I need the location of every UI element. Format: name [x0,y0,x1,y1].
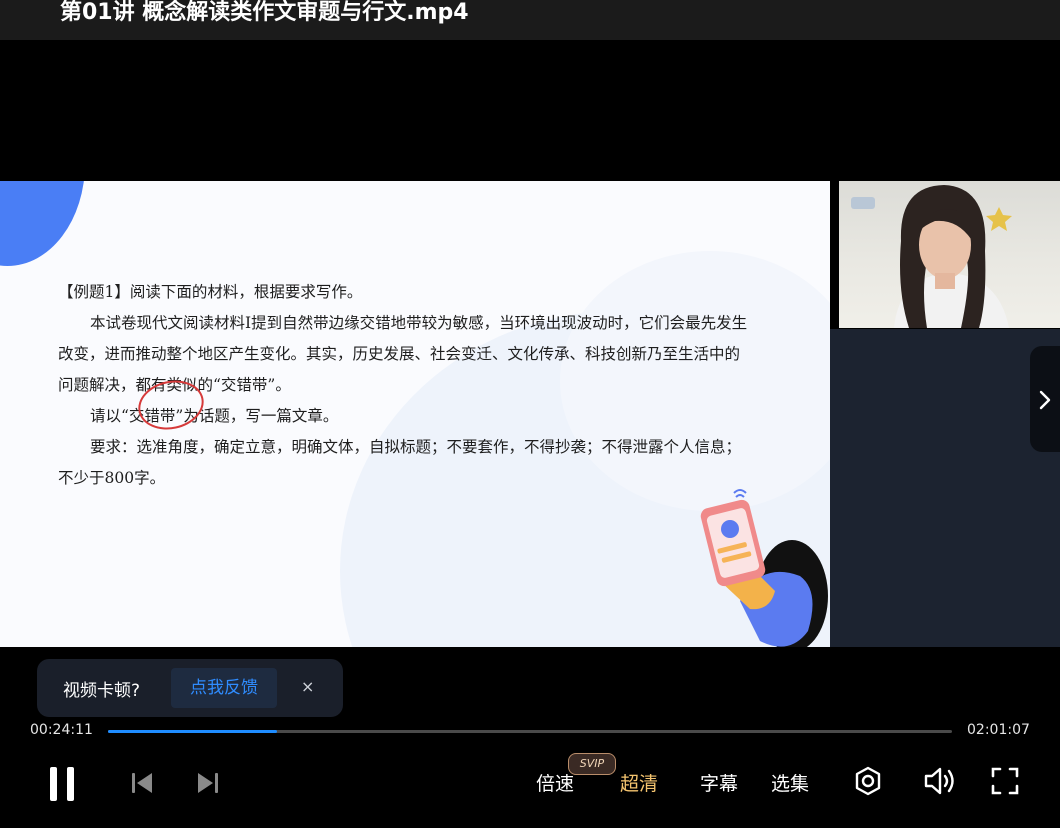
volume-button[interactable] [923,766,957,800]
video-title: 第01讲 概念解读类作文审题与行文.mp4 [60,0,469,25]
speed-button[interactable]: 倍速 [536,769,574,796]
teacher-webcam-image [851,185,1012,328]
panel-toggle-button[interactable] [1030,346,1060,452]
chevron-right-icon [1039,390,1051,410]
slide-line-1: 【例题1】阅读下面的材料，根据要求写作。 [58,283,363,301]
subtitle-button[interactable]: 字幕 [700,769,738,796]
danmaku-button[interactable] [853,766,883,800]
progress-fill [108,730,277,733]
hand-phone-illustration [700,489,828,647]
previous-icon [132,773,152,793]
quality-button[interactable]: 超清 [620,769,658,796]
danmaku-icon [855,766,881,796]
title-bar: 第01讲 概念解读类作文审题与行文.mp4 [0,0,1060,40]
teacher-webcam [839,181,1060,328]
episodes-button[interactable]: 选集 [771,769,809,796]
slide-line-4: 要求：选准角度，确定立意，明确文体，自拟标题；不要套作，不得抄袭；不得泄露个人信… [58,438,742,487]
feedback-question: 视频卡顿? [63,681,141,701]
side-panel [830,329,1060,647]
current-time: 00:24:11 [30,722,93,738]
slide-corner-decoration [0,181,85,266]
pause-icon [50,767,74,801]
fullscreen-button[interactable] [991,767,1019,799]
next-button[interactable] [196,771,220,799]
video-slide: 【例题1】阅读下面的材料，根据要求写作。 本试卷现代文阅读材料Ⅰ提到自然带边缘交… [0,181,830,647]
fullscreen-icon [991,767,1019,795]
lag-feedback-toast: 视频卡顿? 点我反馈 × [37,659,343,717]
progress-bar[interactable] [108,730,952,733]
total-time: 02:01:07 [967,722,1030,738]
volume-icon [924,767,954,795]
feedback-button[interactable]: 点我反馈 [171,668,277,708]
svip-badge: SVIP [568,753,616,775]
next-icon [198,773,218,793]
previous-button[interactable] [130,771,154,799]
pause-button[interactable] [48,766,76,806]
close-icon[interactable]: × [301,677,314,696]
